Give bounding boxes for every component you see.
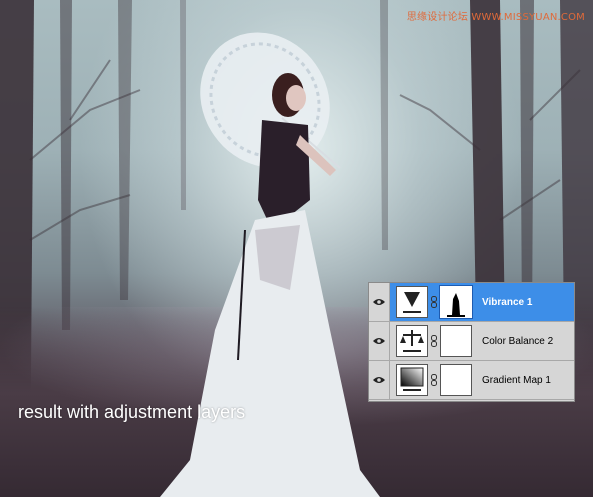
link-icon[interactable] xyxy=(431,335,437,347)
visibility-toggle[interactable] xyxy=(369,322,390,360)
layer-row-gradient-map[interactable]: Gradient Map 1 xyxy=(369,361,574,400)
link-icon[interactable] xyxy=(431,296,437,308)
layer-row-vibrance[interactable]: Vibrance 1 xyxy=(369,283,574,322)
result-caption: result with adjustment layers xyxy=(18,402,246,422)
visibility-toggle[interactable] xyxy=(369,361,390,399)
vibrance-icon[interactable] xyxy=(396,286,428,318)
photo-canvas: 思缘设计论坛 WWW.MISSYUAN.COM result with adju… xyxy=(0,0,593,497)
layer-name: Color Balance 2 xyxy=(482,335,554,347)
layer-row-color-balance[interactable]: Color Balance 2 xyxy=(369,322,574,361)
layer-mask-thumbnail[interactable] xyxy=(440,364,472,396)
watermark-text: 思缘设计论坛 WWW.MISSYUAN.COM xyxy=(406,12,585,23)
layer-name: Vibrance 1 xyxy=(482,296,533,308)
layers-panel: Vibrance 1 Color Balance 2 Gradient Map … xyxy=(368,282,575,402)
eye-icon xyxy=(373,299,385,305)
layer-mask-thumbnail[interactable] xyxy=(439,285,473,319)
layer-name: Gradient Map 1 xyxy=(482,374,551,386)
layer-mask-thumbnail[interactable] xyxy=(440,325,472,357)
link-icon[interactable] xyxy=(431,374,437,386)
color-balance-icon[interactable] xyxy=(396,325,428,357)
visibility-toggle[interactable] xyxy=(369,283,390,321)
eye-icon xyxy=(373,338,385,344)
gradient-map-icon[interactable] xyxy=(396,364,428,396)
eye-icon xyxy=(373,377,385,383)
